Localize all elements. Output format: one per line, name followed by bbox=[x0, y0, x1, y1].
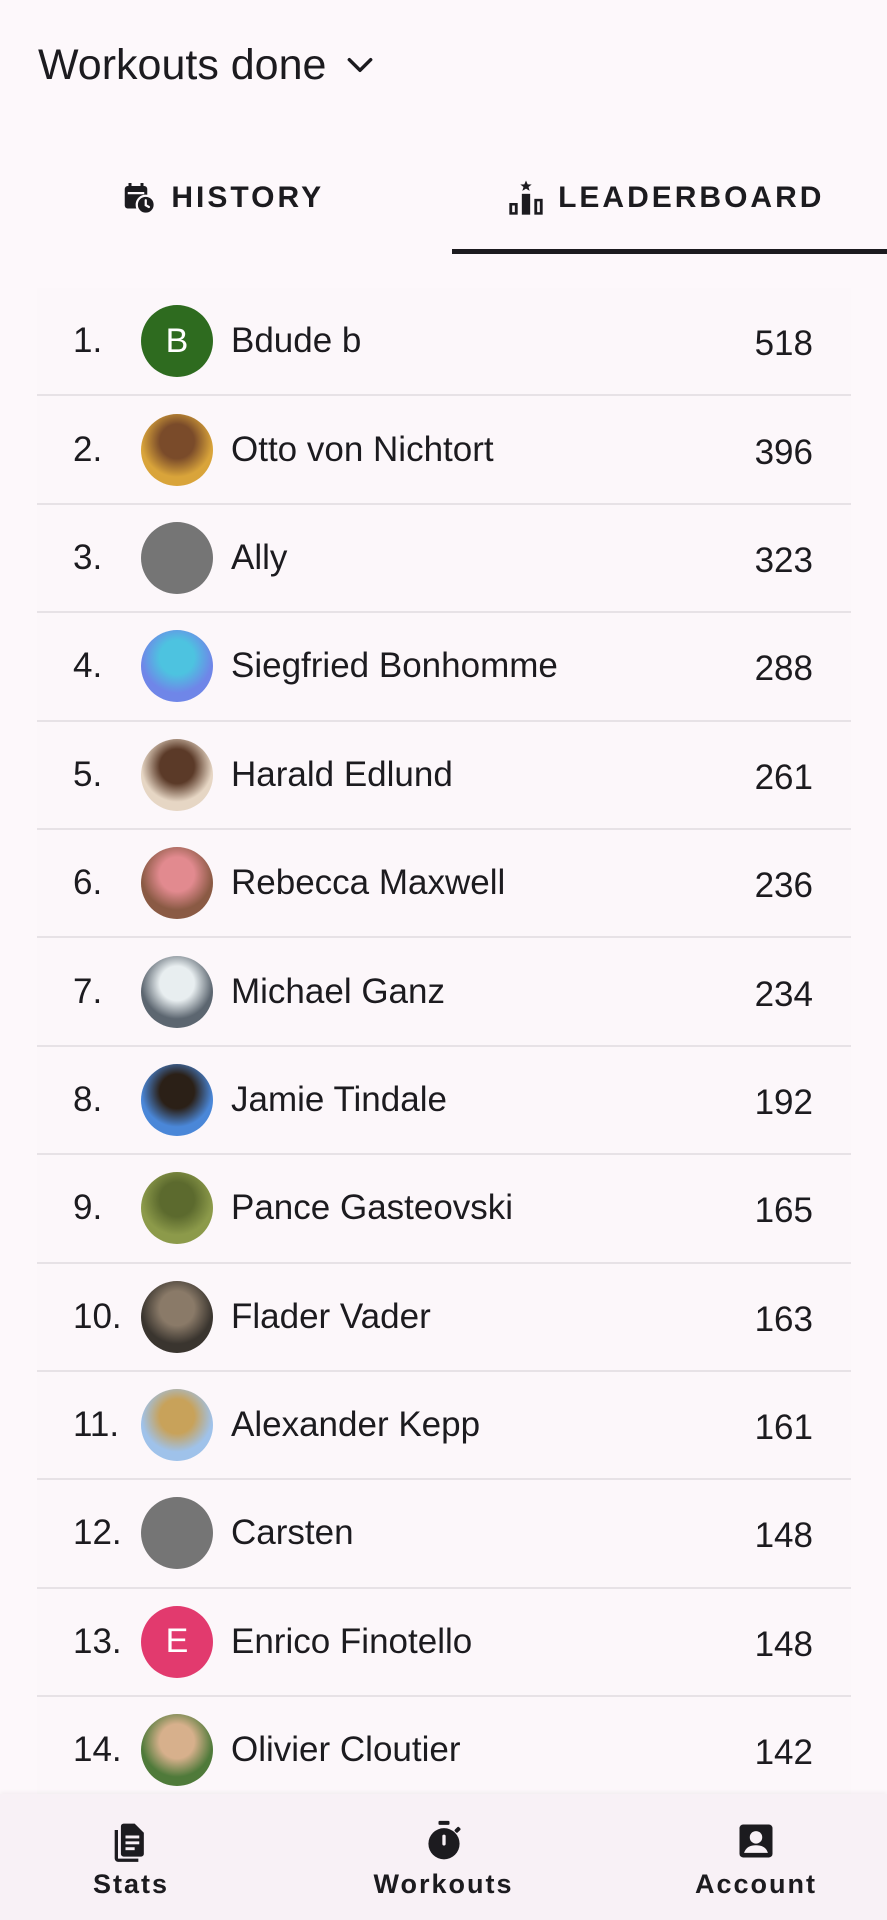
rank-number: 11. bbox=[73, 1405, 120, 1445]
calendar-clock-icon bbox=[119, 178, 159, 218]
rank-number: 6. bbox=[73, 863, 103, 903]
avatar bbox=[141, 1280, 213, 1353]
user-name: Otto von Nichtort bbox=[231, 429, 494, 469]
tab-leaderboard-label: LEADERBOARD bbox=[558, 181, 825, 214]
user-name: Ally bbox=[231, 537, 288, 577]
tab-bar: HISTORY LEADERBOARD bbox=[0, 142, 887, 254]
nav-workouts[interactable]: Workouts bbox=[283, 1794, 605, 1920]
workout-count: 148 bbox=[754, 1624, 813, 1664]
workout-count: 192 bbox=[754, 1082, 813, 1122]
workout-count: 142 bbox=[754, 1733, 813, 1773]
avatar bbox=[141, 1063, 213, 1136]
workout-count: 261 bbox=[754, 757, 813, 797]
workout-count: 323 bbox=[754, 540, 813, 580]
workout-count: 161 bbox=[754, 1408, 813, 1448]
rank-number: 8. bbox=[73, 1079, 103, 1119]
user-name: Jamie Tindale bbox=[231, 1079, 447, 1119]
metric-selector-label[interactable]: Workouts done bbox=[38, 41, 326, 90]
top-bar: Workouts done bbox=[0, 0, 887, 130]
rank-number: 5. bbox=[73, 754, 103, 794]
bottom-navigation: Stats Workouts Account bbox=[0, 1794, 887, 1920]
user-name: Rebecca Maxwell bbox=[231, 863, 506, 903]
nav-account-label: Account bbox=[695, 1868, 817, 1899]
clipboard-icon bbox=[109, 1819, 153, 1863]
app-root: Workouts done HISTORY LEADERBOARD 1. B B… bbox=[0, 0, 887, 1920]
account-box-icon bbox=[734, 1819, 778, 1863]
chevron-down-icon[interactable] bbox=[340, 45, 380, 85]
leaderboard-row[interactable]: 5. Harald Edlund 261 bbox=[37, 721, 851, 830]
avatar bbox=[141, 521, 213, 594]
stopwatch-icon bbox=[422, 1819, 466, 1863]
nav-stats[interactable]: Stats bbox=[0, 1794, 262, 1920]
leaderboard-icon bbox=[506, 178, 546, 218]
rank-number: 3. bbox=[73, 537, 103, 577]
nav-account[interactable]: Account bbox=[625, 1794, 887, 1920]
rank-number: 13. bbox=[73, 1621, 122, 1661]
avatar bbox=[141, 1172, 213, 1245]
leaderboard-row[interactable]: 8. Jamie Tindale 192 bbox=[37, 1046, 851, 1156]
leaderboard-list: 1. B Bdude b 518 2. Otto von Nichtort 396 3. All… bbox=[37, 288, 851, 1806]
user-name: Bdude b bbox=[231, 321, 362, 361]
rank-number: 12. bbox=[73, 1513, 122, 1553]
workout-count: 148 bbox=[754, 1516, 813, 1556]
leaderboard-row[interactable]: 1. B Bdude b 518 bbox=[37, 288, 851, 397]
tab-leaderboard[interactable]: LEADERBOARD bbox=[444, 142, 887, 254]
nav-stats-label: Stats bbox=[92, 1868, 170, 1899]
avatar-initial: E bbox=[165, 1622, 189, 1661]
user-name: Michael Ganz bbox=[231, 971, 445, 1011]
leaderboard-row[interactable]: 9. Pance Gasteovski 165 bbox=[37, 1155, 851, 1264]
user-name: Siegfried Bonhomme bbox=[231, 646, 558, 686]
rank-number: 14. bbox=[73, 1730, 122, 1770]
avatar bbox=[141, 738, 213, 811]
avatar bbox=[141, 1389, 213, 1462]
user-name: Enrico Finotello bbox=[231, 1621, 473, 1661]
leaderboard-row[interactable]: 7. Michael Ganz 234 bbox=[37, 938, 851, 1047]
avatar bbox=[141, 630, 213, 703]
user-name: Alexander Kepp bbox=[231, 1405, 481, 1445]
avatar bbox=[141, 955, 213, 1028]
workout-count: 288 bbox=[754, 649, 813, 689]
rank-number: 9. bbox=[73, 1188, 103, 1228]
workout-count: 236 bbox=[754, 866, 813, 906]
rank-number: 1. bbox=[73, 321, 103, 361]
avatar bbox=[141, 413, 213, 486]
tab-history[interactable]: HISTORY bbox=[0, 142, 444, 254]
leaderboard-row[interactable]: 11. Alexander Kepp 161 bbox=[37, 1371, 851, 1481]
leaderboard-row[interactable]: 2. Otto von Nichtort 396 bbox=[37, 396, 851, 505]
avatar bbox=[141, 1497, 213, 1570]
rank-number: 4. bbox=[73, 646, 103, 686]
leaderboard-row[interactable]: 12. Carsten 148 bbox=[37, 1480, 851, 1589]
rank-number: 10. bbox=[73, 1296, 122, 1336]
workout-count: 163 bbox=[754, 1299, 813, 1339]
user-name: Harald Edlund bbox=[231, 754, 453, 794]
user-name: Flader Vader bbox=[231, 1296, 431, 1336]
nav-workouts-label: Workouts bbox=[373, 1868, 514, 1899]
leaderboard-row[interactable]: 4. Siegfried Bonhomme 288 bbox=[37, 613, 851, 722]
leaderboard-row[interactable]: 13. E Enrico Finotello 148 bbox=[37, 1588, 851, 1698]
tab-history-label: HISTORY bbox=[171, 181, 325, 214]
leaderboard-row[interactable]: 3. Ally 323 bbox=[37, 504, 851, 614]
workout-count: 518 bbox=[754, 324, 813, 364]
avatar bbox=[141, 847, 213, 920]
rank-number: 2. bbox=[73, 429, 103, 469]
rank-number: 7. bbox=[73, 971, 103, 1011]
workout-count: 165 bbox=[754, 1191, 813, 1231]
avatar bbox=[141, 1714, 213, 1787]
workout-count: 234 bbox=[754, 974, 813, 1014]
leaderboard-row[interactable]: 14. Olivier Cloutier 142 bbox=[37, 1697, 851, 1806]
workout-count: 396 bbox=[754, 432, 813, 472]
avatar: B bbox=[141, 305, 213, 378]
user-name: Olivier Cloutier bbox=[231, 1730, 461, 1770]
leaderboard-row[interactable]: 10. Flader Vader 163 bbox=[37, 1263, 851, 1372]
user-name: Carsten bbox=[231, 1513, 354, 1553]
avatar-initial: B bbox=[165, 321, 189, 360]
leaderboard-row[interactable]: 6. Rebecca Maxwell 236 bbox=[37, 829, 851, 939]
user-name: Pance Gasteovski bbox=[231, 1188, 514, 1228]
avatar: E bbox=[141, 1605, 213, 1678]
